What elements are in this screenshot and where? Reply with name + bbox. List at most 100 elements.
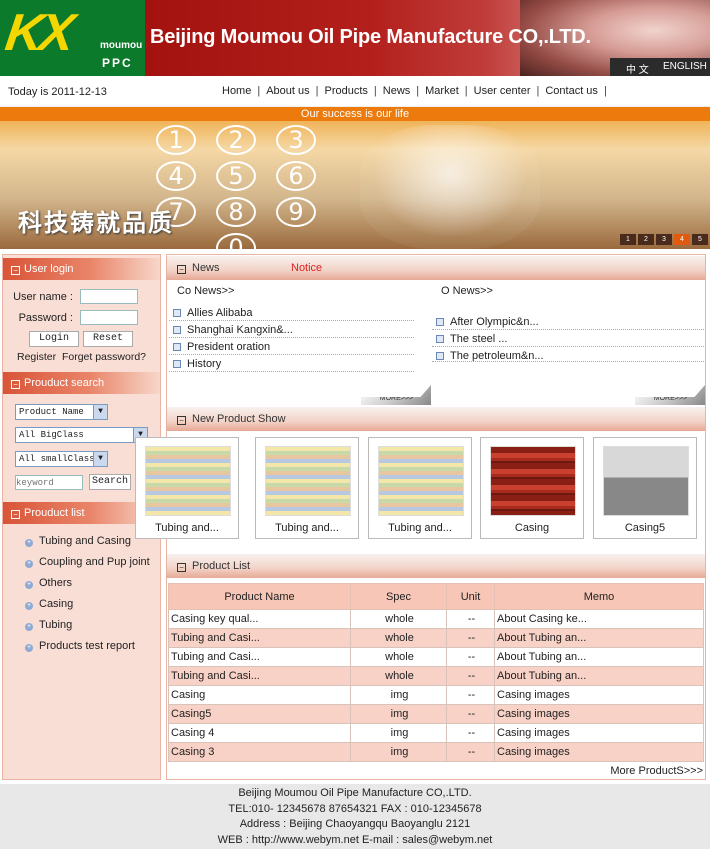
product-thumbnail [490, 446, 576, 516]
product-name-cell[interactable]: Casing 4 [168, 723, 351, 743]
small-class-select-value: All smallClass [19, 454, 95, 464]
category-item[interactable]: + Others [25, 577, 72, 589]
lang-chinese-link[interactable]: 中 文 [626, 61, 649, 76]
memo-cell[interactable]: Casing images [494, 723, 704, 743]
news-item[interactable]: History [169, 356, 414, 372]
co-news-title[interactable]: Co News>> [177, 285, 234, 297]
search-button[interactable]: Search [89, 474, 131, 490]
product-name-cell[interactable]: Casing 3 [168, 742, 351, 762]
news-item[interactable]: President oration [169, 339, 414, 355]
password-input[interactable] [80, 310, 138, 325]
more-products-link[interactable]: More ProductS>>> [610, 765, 703, 777]
memo-cell[interactable]: Casing images [494, 685, 704, 705]
logo-mark: KX [1, 4, 75, 62]
category-item[interactable]: + Tubing and Casing [25, 535, 131, 547]
news-item-label: The steel ... [450, 333, 508, 345]
search-field-select[interactable]: Product Name ▼ [15, 404, 108, 420]
new-product-header: − New Product Show [167, 407, 705, 431]
nav-products[interactable]: Products [318, 85, 373, 97]
product-name-cell[interactable]: Tubing and Casi... [168, 666, 351, 686]
memo-cell[interactable]: About Tubing an... [494, 666, 704, 686]
category-item[interactable]: + Casing [25, 598, 73, 610]
slide-button[interactable]: 1 [620, 234, 636, 245]
big-class-select-value: All BigClass [19, 430, 84, 440]
banner-runner-figure [360, 125, 540, 249]
banner-number: 4 [156, 161, 196, 191]
spec-cell: img [350, 723, 447, 743]
product-name-cell[interactable]: Casing [168, 685, 351, 705]
product-search-header: − Prouduct search [3, 372, 160, 394]
product-card[interactable]: Casing [480, 437, 584, 539]
footer-address: Address : Beijing Chaoyangqu Baoyanglu 2… [239, 818, 471, 830]
news-item-label: Allies Alibaba [187, 307, 253, 319]
slide-button[interactable]: 3 [656, 234, 672, 245]
product-name-cell[interactable]: Tubing and Casi... [168, 628, 351, 648]
plus-icon: + [25, 560, 33, 568]
product-list-table-title: Product List [192, 560, 251, 572]
memo-cell[interactable]: About Tubing an... [494, 647, 704, 667]
login-button[interactable]: Login [29, 331, 79, 347]
top-bar: Today is 2011-12-13 Home | About us | Prod… [0, 76, 710, 107]
product-name-cell[interactable]: Casing5 [168, 704, 351, 724]
banner-chinese-slogan: 科技铸就品质 [18, 208, 174, 237]
logo-ppc: PPC [102, 56, 133, 70]
o-news-more-button[interactable]: MORE>>> [635, 385, 705, 405]
category-item[interactable]: + Coupling and Pup joint [25, 556, 150, 568]
memo-cell[interactable]: About Tubing an... [494, 628, 704, 648]
arrow-bullet-icon [436, 335, 444, 343]
product-card[interactable]: Casing5 [593, 437, 697, 539]
register-link[interactable]: Register [17, 351, 56, 363]
spec-cell: whole [350, 666, 447, 686]
category-item[interactable]: + Products test report [25, 640, 135, 652]
forget-password-link[interactable]: Forget password? [62, 351, 146, 363]
product-card[interactable]: Tubing and... [368, 437, 472, 539]
category-label: Others [39, 577, 73, 589]
nav-user-center[interactable]: User center [468, 85, 537, 97]
news-item[interactable]: Shanghai Kangxin&... [169, 322, 414, 338]
keyword-input[interactable] [15, 475, 83, 490]
slide-button-active[interactable]: 4 [674, 234, 690, 245]
big-class-select[interactable]: All BigClass ▼ [15, 427, 148, 443]
small-class-select[interactable]: All smallClass ▼ [15, 451, 108, 467]
banner-slide-selector: 1 2 3 4 5 [620, 234, 708, 245]
product-card[interactable]: Tubing and... [255, 437, 359, 539]
main-nav: Home | About us | Products | News | Market | … [216, 85, 607, 97]
memo-cell[interactable]: About Casing ke... [494, 609, 704, 629]
product-card[interactable]: Tubing and... [135, 437, 239, 539]
chevron-down-icon: ▼ [93, 452, 107, 466]
category-item[interactable]: + Tubing [25, 619, 72, 631]
logo[interactable]: KX moumou PPC [0, 0, 145, 76]
news-item-label: The petroleum&n... [450, 350, 544, 362]
news-item[interactable]: The petroleum&n... [432, 348, 704, 362]
news-item[interactable]: The steel ... [432, 331, 704, 347]
news-item[interactable]: After Olympic&n... [432, 314, 704, 330]
nav-market[interactable]: Market [419, 85, 465, 97]
nav-contact-us[interactable]: Contact us [539, 85, 604, 97]
footer-company: Beijing Moumou Oil Pipe Manufacture CO,.… [238, 787, 472, 799]
reset-button[interactable]: Reset [83, 331, 133, 347]
table-row: Casing 4 img -- Casing images [168, 723, 704, 743]
table-row: Tubing and Casi... whole -- About Tubing an… [168, 647, 704, 667]
product-name-cell[interactable]: Tubing and Casi... [168, 647, 351, 667]
o-news-title[interactable]: O News>> [441, 285, 493, 297]
slide-button[interactable]: 2 [638, 234, 654, 245]
spec-cell: whole [350, 628, 447, 648]
news-item[interactable]: Allies Alibaba [169, 305, 414, 321]
product-caption: Tubing and... [275, 522, 339, 534]
lang-english-link[interactable]: ENGLISH [663, 61, 707, 72]
nav-about-us[interactable]: About us [260, 85, 315, 97]
username-input[interactable] [80, 289, 138, 304]
nav-home[interactable]: Home [216, 85, 257, 97]
memo-cell[interactable]: Casing images [494, 742, 704, 762]
banner-number: 3 [276, 125, 316, 155]
plus-icon: + [25, 623, 33, 631]
memo-cell[interactable]: Casing images [494, 704, 704, 724]
co-news-more-button[interactable]: MORE>>> [361, 385, 431, 405]
product-thumbnail [265, 446, 351, 516]
news-header: − News Notice [167, 256, 705, 280]
slide-button[interactable]: 5 [692, 234, 708, 245]
table-row: Casing key qual... whole -- About Casing ke… [168, 609, 704, 629]
product-name-cell[interactable]: Casing key qual... [168, 609, 351, 629]
nav-news[interactable]: News [377, 85, 417, 97]
notice-tab[interactable]: Notice [291, 256, 322, 280]
